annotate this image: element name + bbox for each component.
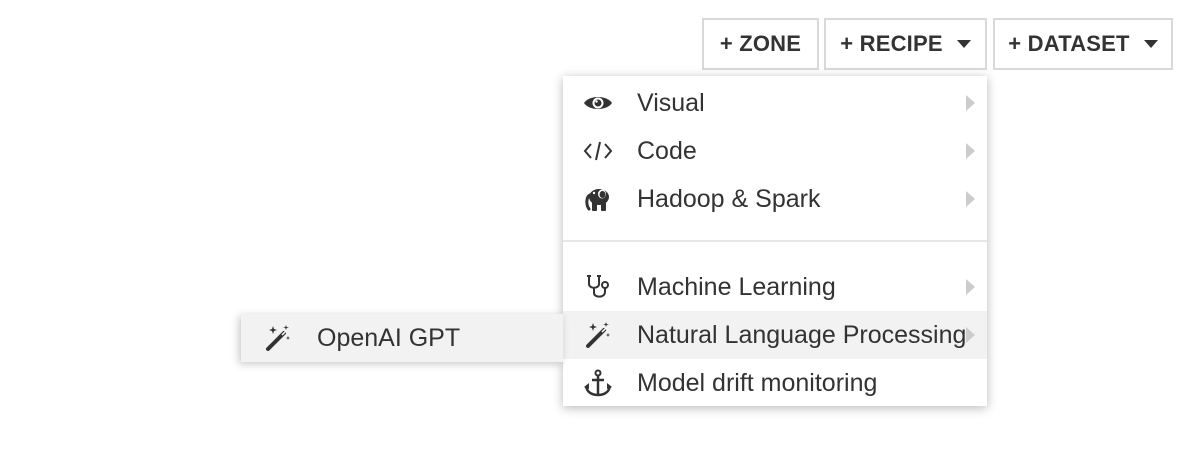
magic-wand-icon	[263, 324, 293, 352]
menu-item-label: Natural Language Processing	[637, 321, 967, 349]
code-icon	[583, 137, 613, 165]
menu-item-machine-learning[interactable]: Machine Learning	[563, 263, 987, 311]
menu-item-natural-language-processing[interactable]: Natural Language Processing	[563, 311, 987, 359]
submenu-arrow-icon	[966, 191, 975, 207]
elephant-icon	[583, 185, 613, 213]
menu-item-label: Code	[637, 137, 697, 165]
submenu-item-openai-gpt[interactable]: OpenAI GPT	[241, 314, 563, 362]
eye-icon	[583, 89, 613, 117]
menu-item-label: Machine Learning	[637, 273, 836, 301]
menu-divider	[563, 240, 987, 242]
stethoscope-icon	[583, 273, 613, 301]
menu-item-visual[interactable]: Visual	[563, 79, 987, 127]
recipe-dropdown-menu: Visual Code Hadoop & Spark Machine Learn…	[563, 76, 987, 406]
menu-item-code[interactable]: Code	[563, 127, 987, 175]
submenu-arrow-icon	[966, 279, 975, 295]
submenu-arrow-icon	[966, 143, 975, 159]
anchor-icon	[583, 369, 613, 397]
submenu-arrow-icon	[966, 95, 975, 111]
menu-item-label: Visual	[637, 89, 705, 117]
submenu-item-label: OpenAI GPT	[317, 324, 461, 352]
add-dataset-label: + DATASET	[1008, 31, 1130, 56]
submenu-arrow-icon	[966, 327, 975, 343]
add-recipe-button[interactable]: + RECIPE	[824, 18, 987, 70]
menu-item-label: Model drift monitoring	[637, 369, 878, 397]
nlp-submenu: OpenAI GPT	[241, 314, 563, 362]
caret-down-icon	[956, 40, 971, 48]
add-zone-label: + ZONE	[719, 31, 802, 56]
add-recipe-label: + RECIPE	[840, 31, 943, 56]
menu-item-hadoop-spark[interactable]: Hadoop & Spark	[563, 175, 987, 223]
add-dataset-button[interactable]: + DATASET	[993, 18, 1173, 70]
menu-item-model-drift-monitoring[interactable]: Model drift monitoring	[563, 359, 987, 407]
magic-wand-icon	[583, 321, 613, 349]
caret-down-icon	[1143, 40, 1158, 48]
menu-item-label: Hadoop & Spark	[637, 185, 821, 213]
add-zone-button[interactable]: + ZONE	[702, 18, 819, 70]
